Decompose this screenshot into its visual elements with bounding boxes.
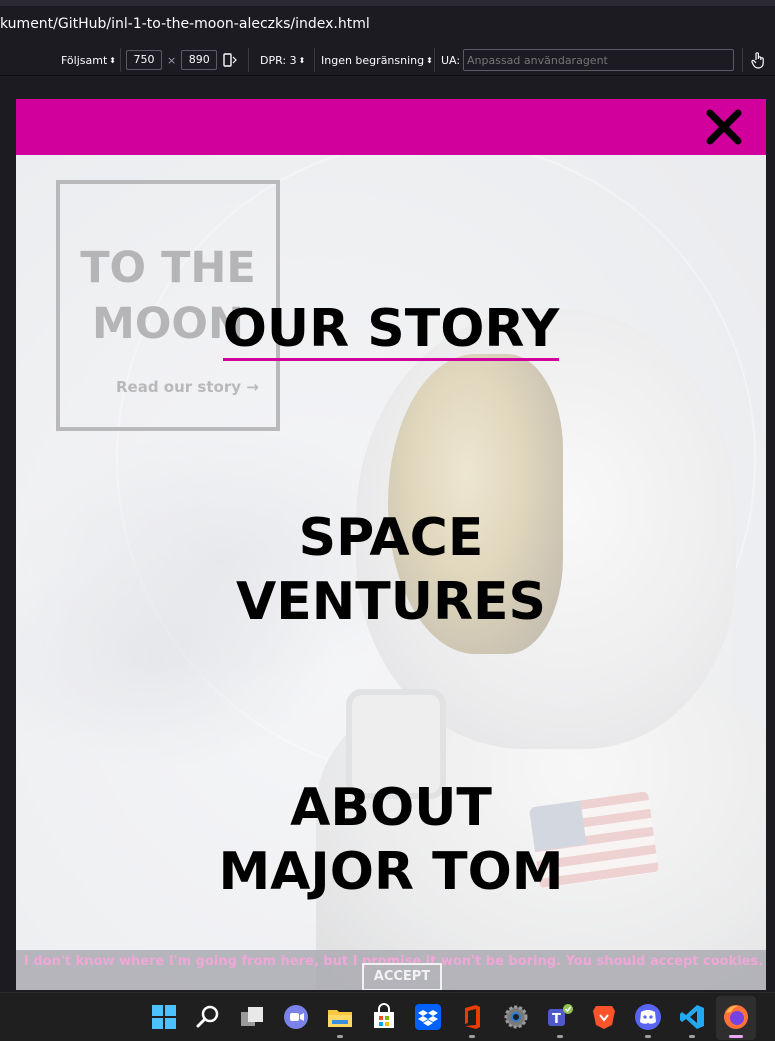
menu-item-label: OUR STORY: [222, 299, 560, 361]
touch-simulation-button[interactable]: [750, 44, 766, 76]
updown-icon: ⬍: [109, 55, 116, 65]
teams-chat-icon[interactable]: [282, 1003, 310, 1031]
menu-item-our-story[interactable]: OUR STORY: [16, 297, 766, 361]
menu-item-label-line: ABOUT: [290, 778, 492, 838]
rotate-device-icon: [223, 53, 237, 67]
height-input[interactable]: 890: [181, 50, 218, 70]
menu-item-label-line: VENTURES: [236, 572, 546, 632]
close-icon: [706, 109, 742, 145]
menu-item-label-line: SPACE: [298, 508, 484, 568]
file-explorer-icon[interactable]: [326, 1003, 354, 1031]
firefox-icon[interactable]: [722, 1003, 750, 1031]
touch-hand-icon: [751, 52, 764, 69]
width-input[interactable]: 750: [126, 50, 162, 70]
throttle-label: Ingen begränsning: [321, 53, 425, 67]
settings-icon[interactable]: [502, 1003, 530, 1031]
search-icon[interactable]: [194, 1003, 222, 1031]
divider: [434, 48, 435, 72]
running-indicator: [645, 1035, 651, 1038]
menu-header-bar: [16, 99, 766, 155]
page-viewport: TO THE MOON Read our story → OUR STORY S…: [16, 99, 766, 990]
accept-cookies-button[interactable]: ACCEPT: [362, 963, 442, 990]
windows-taskbar: T: [0, 992, 775, 1041]
viewport-size: 750 × 890: [126, 44, 218, 76]
tab-strip-edge: [0, 0, 775, 6]
running-indicator: [689, 1035, 695, 1038]
divider: [120, 48, 121, 72]
dropbox-icon[interactable]: [414, 1003, 442, 1031]
active-indicator: [729, 1035, 743, 1038]
svg-text:T: T: [552, 1012, 561, 1027]
menu-item-space-ventures[interactable]: SPACE VENTURES: [16, 506, 766, 634]
menu-item-about-major-tom[interactable]: ABOUT MAJOR TOM: [16, 776, 766, 904]
vscode-icon[interactable]: [678, 1003, 706, 1031]
ua-label: UA:: [441, 53, 461, 67]
read-our-story-link[interactable]: Read our story →: [116, 378, 259, 396]
brave-icon[interactable]: [590, 1003, 618, 1031]
cookie-banner: I don't know where I'm going from here, …: [16, 950, 766, 990]
device-selector-label: Följsamt: [61, 53, 108, 67]
task-view-icon[interactable]: [238, 1003, 266, 1031]
user-agent-input[interactable]: [463, 49, 734, 71]
office-icon[interactable]: [458, 1003, 486, 1031]
times-sign: ×: [167, 53, 177, 67]
close-menu-button[interactable]: [704, 107, 744, 147]
responsive-design-toolbar: Följsamt ⬍ 750 × 890 DPR: 3 ⬍ Ingen begr…: [0, 44, 775, 76]
running-indicator: [557, 1035, 563, 1038]
menu-item-label-line: MAJOR TOM: [218, 842, 564, 902]
microsoft-store-icon[interactable]: [370, 1003, 398, 1031]
url-text[interactable]: kument/GitHub/inl-1-to-the-moon-aleczks/…: [0, 16, 370, 32]
divider: [742, 48, 743, 72]
updown-icon: ⬍: [298, 55, 306, 65]
windows-start-icon[interactable]: [150, 1003, 178, 1031]
dpr-selector[interactable]: DPR: 3 ⬍: [260, 44, 305, 76]
divider: [314, 48, 315, 72]
updown-icon: ⬍: [426, 55, 433, 65]
network-throttle-selector[interactable]: Ingen begränsning ⬍: [321, 44, 433, 76]
running-indicator: [469, 1035, 475, 1038]
dpr-label: DPR: 3: [260, 53, 297, 67]
teams-icon[interactable]: T: [546, 1003, 574, 1031]
url-bar[interactable]: kument/GitHub/inl-1-to-the-moon-aleczks/…: [0, 0, 775, 44]
running-indicator: [337, 1035, 343, 1038]
divider: [248, 48, 249, 72]
discord-icon[interactable]: [634, 1003, 662, 1031]
device-selector[interactable]: Följsamt ⬍: [61, 44, 116, 76]
rotate-button[interactable]: [222, 44, 238, 76]
